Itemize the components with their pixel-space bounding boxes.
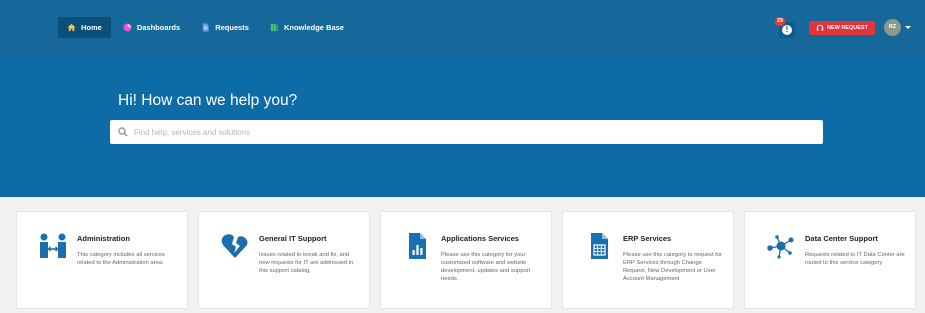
category-title: Data Center Support bbox=[805, 234, 878, 243]
category-card-erp-services[interactable]: ERP Services Please use this category to… bbox=[562, 211, 734, 309]
nav-item-home[interactable]: Home bbox=[58, 17, 111, 38]
dashboard-icon bbox=[123, 23, 132, 32]
hero-banner: Hi! How can we help you? bbox=[0, 55, 925, 197]
category-card-applications-services[interactable]: Applications Services Please use this ca… bbox=[380, 211, 552, 309]
notification-count-badge: 29 bbox=[775, 17, 786, 26]
category-title: General IT Support bbox=[259, 234, 327, 243]
chevron-down-icon[interactable] bbox=[905, 26, 911, 29]
search-bar[interactable] bbox=[110, 120, 823, 144]
category-title: ERP Services bbox=[623, 234, 672, 243]
category-title: Administration bbox=[77, 234, 130, 243]
headset-icon bbox=[816, 24, 824, 31]
notifications-button[interactable]: ! 29 bbox=[775, 17, 799, 38]
new-request-label: NEW REQUEST bbox=[827, 25, 868, 31]
category-description: Issues related to break and fix, and new… bbox=[259, 252, 354, 274]
category-card-general-it-support[interactable]: General IT Support Issues related to bre… bbox=[198, 211, 370, 309]
nav-item-requests[interactable]: Requests bbox=[192, 17, 258, 38]
category-description: Please use this category for your custom… bbox=[441, 252, 531, 282]
network-hub-icon bbox=[767, 235, 794, 259]
chart-document-icon bbox=[409, 233, 426, 259]
category-title: Applications Services bbox=[441, 234, 519, 243]
category-card-data-center-support[interactable]: Data Center Support Requests related to … bbox=[744, 211, 916, 309]
people-exchange-icon bbox=[40, 233, 66, 258]
home-icon bbox=[67, 23, 76, 32]
top-navigation-bar: Home Dashboards Requests Knowledge Base … bbox=[0, 0, 925, 55]
search-icon bbox=[118, 127, 128, 137]
nav-item-label: Dashboards bbox=[136, 23, 181, 32]
search-input[interactable] bbox=[134, 127, 814, 137]
nav-item-label: Home bbox=[81, 23, 102, 32]
requests-icon bbox=[203, 23, 209, 32]
broken-heart-icon bbox=[221, 234, 248, 258]
hero-title: Hi! How can we help you? bbox=[118, 92, 298, 109]
category-description: Requests related to IT Data Center are r… bbox=[805, 252, 905, 266]
nav-item-knowledge-base[interactable]: Knowledge Base bbox=[261, 17, 353, 38]
book-icon bbox=[270, 23, 279, 32]
category-description: This category includes all services rela… bbox=[77, 252, 165, 266]
nav-item-label: Knowledge Base bbox=[283, 23, 344, 32]
category-card-administration[interactable]: Administration This category includes al… bbox=[16, 211, 188, 309]
new-request-button[interactable]: NEW REQUEST bbox=[809, 21, 875, 35]
alert-icon: ! bbox=[782, 25, 792, 35]
category-description: Please use this category to request for … bbox=[623, 252, 722, 282]
avatar[interactable]: RZ bbox=[884, 19, 901, 36]
nav-item-dashboards[interactable]: Dashboards bbox=[114, 17, 189, 38]
nav-item-label: Requests bbox=[215, 23, 249, 32]
spreadsheet-document-icon bbox=[591, 233, 608, 259]
main-nav: Home Dashboards Requests Knowledge Base bbox=[58, 17, 356, 38]
